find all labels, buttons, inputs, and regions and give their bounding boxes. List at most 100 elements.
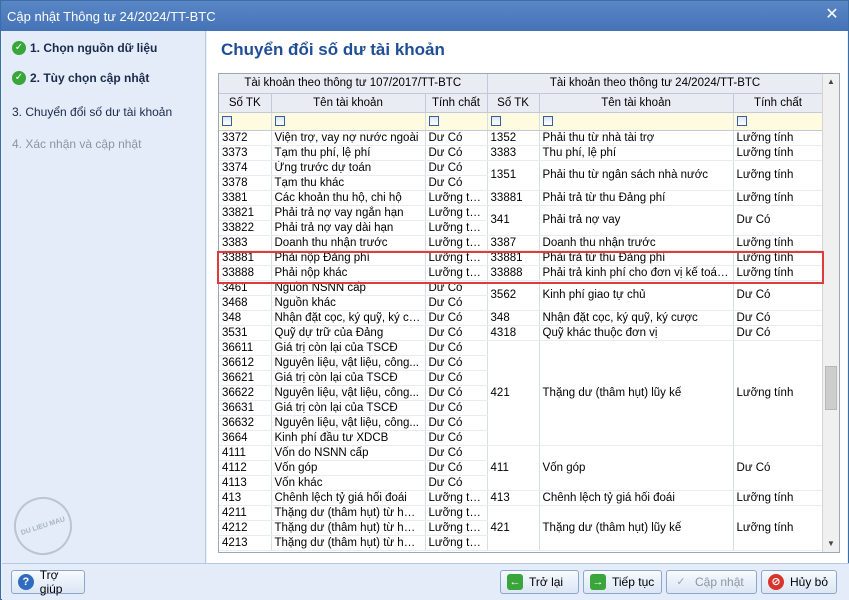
col-header-nature-new[interactable]: Tính chất — [733, 93, 824, 113]
old-account-nature[interactable]: Lưỡng tính — [425, 220, 488, 236]
filter-icon[interactable] — [542, 115, 553, 126]
old-account-name[interactable]: Viện trợ, vay nợ nước ngoài — [271, 130, 426, 146]
old-account-code[interactable]: 413 — [219, 490, 272, 506]
new-account-nature[interactable]: Lưỡng tính — [733, 340, 824, 446]
old-account-code[interactable]: 36631 — [219, 400, 272, 416]
new-account-name[interactable]: Thu phí, lệ phí — [539, 145, 734, 161]
filter-cell[interactable] — [219, 112, 272, 131]
new-account-code[interactable]: 1351 — [487, 160, 540, 191]
old-account-code[interactable]: 3373 — [219, 145, 272, 161]
old-account-nature[interactable]: Dư Có — [425, 340, 488, 356]
old-account-name[interactable]: Nguyên liệu, vật liệu, công... — [271, 355, 426, 371]
old-account-code[interactable]: 3531 — [219, 325, 272, 341]
new-account-code[interactable]: 348 — [487, 310, 540, 326]
new-account-name[interactable]: Phải trả nợ vay — [539, 205, 734, 236]
table-row[interactable]: 4211 Thặng dư (thâm hụt) từ hoat... Lưỡng … — [219, 505, 824, 551]
new-account-name[interactable]: Vốn góp — [539, 445, 734, 491]
new-account-nature[interactable]: Lưỡng tính — [733, 235, 824, 251]
scroll-up-icon[interactable]: ▲ — [823, 74, 839, 90]
old-account-nature[interactable]: Lưỡng tính — [425, 235, 488, 251]
old-account-nature[interactable]: Lưỡng tính — [425, 535, 488, 551]
old-account-nature[interactable]: Dư Có — [425, 385, 488, 401]
new-account-name[interactable]: Doanh thu nhận trước — [539, 235, 734, 251]
new-account-code[interactable]: 3562 — [487, 280, 540, 311]
filter-icon[interactable] — [222, 115, 232, 126]
filter-cell[interactable] — [487, 112, 540, 131]
new-account-code[interactable]: 421 — [487, 505, 540, 551]
old-account-nature[interactable]: Lưỡng tính — [425, 505, 488, 521]
old-account-name[interactable]: Nhận đặt cọc, ký quỹ, ký cư... — [271, 310, 426, 326]
new-account-nature[interactable]: Lưỡng tính — [733, 130, 824, 146]
old-account-code[interactable]: 3468 — [219, 295, 272, 311]
filter-icon[interactable] — [490, 115, 501, 126]
table-row[interactable]: 33881 Phải nộp Đảng phí Lưỡng tính 33881 Phả… — [219, 250, 824, 266]
old-account-code[interactable]: 4111 — [219, 445, 272, 461]
table-row[interactable]: 3372 Viện trợ, vay nợ nước ngoài Dư Có 1352… — [219, 130, 824, 146]
scroll-thumb[interactable] — [825, 366, 837, 410]
old-account-code[interactable]: 4112 — [219, 460, 272, 476]
table-row[interactable]: 3374 Ứng trước dự toán Dư Có 1351 Phải thu t… — [219, 160, 824, 191]
table-row[interactable]: 3383 Doanh thu nhận trước Lưỡng tính 3387 Do… — [219, 235, 824, 251]
old-account-name[interactable]: Phải nộp khác — [271, 265, 426, 281]
old-account-code[interactable]: 3383 — [219, 235, 272, 251]
new-account-nature[interactable]: Dư Có — [733, 205, 824, 236]
old-account-name[interactable]: Thặng dư (thâm hụt) từ hoat... — [271, 505, 426, 521]
new-account-code[interactable]: 33881 — [487, 190, 540, 206]
old-account-nature[interactable]: Dư Có — [425, 280, 488, 296]
old-account-code[interactable]: 3664 — [219, 430, 272, 446]
filter-cell[interactable] — [539, 112, 734, 131]
old-account-nature[interactable]: Dư Có — [425, 430, 488, 446]
old-account-nature[interactable]: Lưỡng tính — [425, 190, 488, 206]
table-row[interactable]: 3531 Quỹ dự trữ của Đảng Dư Có 4318 Quỹ khác… — [219, 325, 824, 341]
old-account-code[interactable]: 33881 — [219, 250, 272, 266]
old-account-name[interactable]: Nguyên liệu, vật liệu, công... — [271, 415, 426, 431]
old-account-code[interactable]: 36611 — [219, 340, 272, 356]
old-account-nature[interactable]: Dư Có — [425, 415, 488, 431]
filter-cell[interactable] — [425, 112, 488, 131]
next-button[interactable]: → Tiếp tục — [583, 570, 662, 594]
old-account-name[interactable]: Giá trị còn lại của TSCĐ — [271, 340, 426, 356]
old-account-name[interactable]: Vốn do NSNN cấp — [271, 445, 426, 461]
old-account-name[interactable]: Nguồn khác — [271, 295, 426, 311]
old-account-nature[interactable]: Dư Có — [425, 370, 488, 386]
old-account-name[interactable]: Nguyên liệu, vật liệu, công... — [271, 385, 426, 401]
new-account-name[interactable]: Quỹ khác thuộc đơn vị — [539, 325, 734, 341]
close-icon[interactable]: ✕ — [824, 7, 840, 24]
old-account-code[interactable]: 3372 — [219, 130, 272, 146]
old-account-nature[interactable]: Dư Có — [425, 295, 488, 311]
filter-cell[interactable] — [271, 112, 426, 131]
old-account-name[interactable]: Doanh thu nhận trước — [271, 235, 426, 251]
old-account-name[interactable]: Vốn khác — [271, 475, 426, 491]
new-account-nature[interactable]: Lưỡng tính — [733, 190, 824, 206]
old-account-nature[interactable]: Lưỡng tính — [425, 520, 488, 536]
old-account-code[interactable]: 33888 — [219, 265, 272, 281]
old-account-code[interactable]: 33821 — [219, 205, 272, 221]
table-row[interactable]: 3373 Tạm thu phí, lệ phí Dư Có 3383 Thu phí,… — [219, 145, 824, 161]
old-account-code[interactable]: 3381 — [219, 190, 272, 206]
old-account-nature[interactable]: Dư Có — [425, 310, 488, 326]
new-account-code[interactable]: 1352 — [487, 130, 540, 146]
update-button[interactable]: ✓ Cập nhật — [666, 570, 757, 594]
vertical-scrollbar[interactable]: ▲ ▼ — [822, 74, 839, 552]
col-header-code-old[interactable]: Số TK — [219, 93, 272, 113]
cancel-button[interactable]: ⊘ Hủy bỏ — [761, 570, 837, 594]
old-account-nature[interactable]: Lưỡng tính — [425, 205, 488, 221]
old-account-code[interactable]: 4212 — [219, 520, 272, 536]
old-account-name[interactable]: Tạm thu khác — [271, 175, 426, 191]
table-row[interactable]: 413 Chênh lệch tỷ giá hối đoái Lưỡng tính 4… — [219, 490, 824, 506]
old-account-nature[interactable]: Lưỡng tính — [425, 250, 488, 266]
new-account-name[interactable]: Phải trả từ thu Đảng phí — [539, 190, 734, 206]
old-account-nature[interactable]: Dư Có — [425, 355, 488, 371]
filter-cell[interactable] — [733, 112, 824, 131]
old-account-name[interactable]: Tạm thu phí, lệ phí — [271, 145, 426, 161]
old-account-nature[interactable]: Dư Có — [425, 445, 488, 461]
old-account-nature[interactable]: Dư Có — [425, 460, 488, 476]
new-account-code[interactable]: 3383 — [487, 145, 540, 161]
old-account-nature[interactable]: Dư Có — [425, 400, 488, 416]
new-account-name[interactable]: Phải thu từ ngân sách nhà nước — [539, 160, 734, 191]
old-account-name[interactable]: Kinh phí đầu tư XDCB — [271, 430, 426, 446]
table-row[interactable]: 3461 Nguồn NSNN cấp Dư Có 3562 Kinh phí giao… — [219, 280, 824, 311]
col-header-nature-old[interactable]: Tính chất — [425, 93, 488, 113]
new-account-code[interactable]: 33888 — [487, 265, 540, 281]
new-account-nature[interactable]: Dư Có — [733, 280, 824, 311]
